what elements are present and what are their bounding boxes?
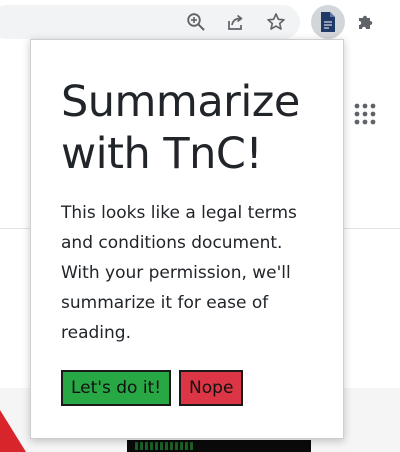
browser-toolbar (0, 0, 400, 44)
decline-button[interactable]: Nope (179, 370, 244, 406)
popup-actions: Let's do it! Nope (61, 370, 315, 406)
popup-title: Summarize with TnC! (61, 77, 300, 179)
bookmark-star-icon[interactable] (260, 6, 292, 38)
popup-message: This looks like a legal terms and condit… (61, 203, 297, 343)
apps-grid-icon[interactable] (354, 103, 376, 125)
extensions-puzzle-icon[interactable] (350, 6, 382, 38)
accept-summarize-button[interactable]: Let's do it! (61, 370, 172, 406)
zoom-in-icon[interactable] (180, 6, 212, 38)
share-icon[interactable] (220, 6, 252, 38)
extension-popup: Summarize with TnC! This looks like a le… (30, 39, 344, 439)
page-thumbnail-image (127, 440, 311, 452)
address-bar[interactable] (0, 5, 300, 39)
tnc-extension-document-icon[interactable] (311, 5, 345, 39)
browser-window: Summarize with TnC! This looks like a le… (0, 0, 400, 452)
